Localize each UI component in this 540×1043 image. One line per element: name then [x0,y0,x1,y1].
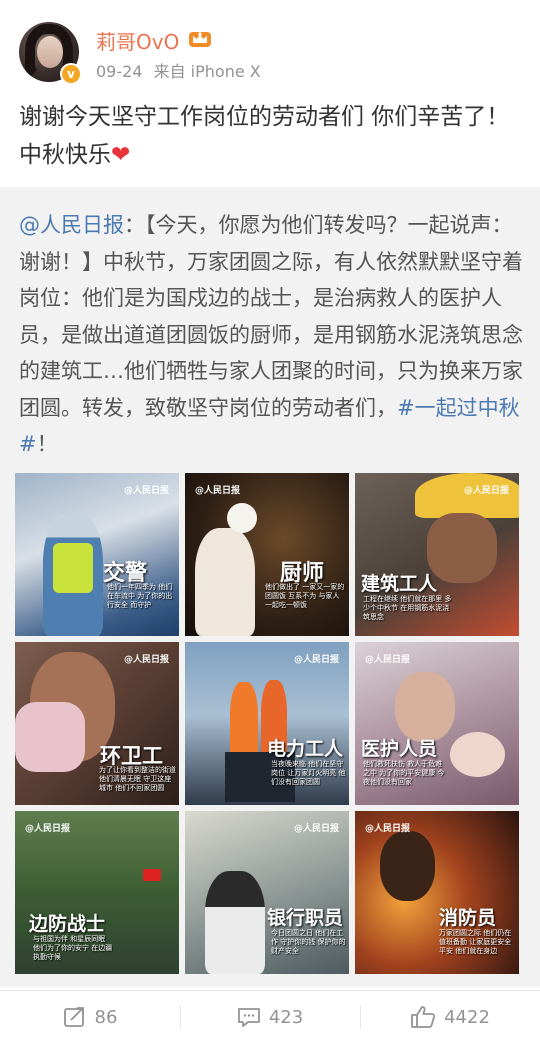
mention-link[interactable]: @人民日报 [19,213,124,237]
figure-baby [450,732,505,777]
people-daily-logo: @人民日报 [123,486,169,496]
post-text: 谢谢今天坚守工作岗位的劳动者们 你们辛苦了！ 中秋快乐❤ [19,98,524,174]
post-header: v 莉哥OvO 09-24 来自 iPhone X [0,0,540,90]
verified-badge-icon: v [60,63,82,85]
comment-icon [237,1008,260,1027]
heart-emoji-icon: ❤ [111,142,131,168]
image-electrical-worker[interactable]: @人民日报 电力工人 当夜晚来临 他们在坚守岗位 让万家灯火明亮 他们没有回家团… [185,642,349,805]
figure-face [395,672,455,742]
people-daily-logo: @人民日报 [293,655,339,665]
action-bar: 86 423 4422 [0,990,540,1042]
post-source: 来自 iPhone X [153,62,261,81]
figure-flag [143,869,161,881]
people-daily-logo: @人民日报 [25,824,71,834]
image-subtext: 与祖国为伴 和星辰同眠 他们为了你的安宁 在边疆执勤守候 [33,935,113,961]
image-caption: 电力工人 [267,738,344,760]
image-chef[interactable]: @人民日报 厨师 他们做出了 一家又一家的团圆饭 互系不为 与家人一起吃一顿饭 [185,473,349,636]
figure-face [427,513,497,583]
repost-button[interactable]: 86 [0,991,180,1043]
image-firefighter[interactable]: @人民日报 消防员 万家团圆之际 他们仍在值班备勤 让家庭更安全平安 他们就在身… [355,811,519,974]
image-subtext: 他们救死扶伤 救人于危难之中 为了你的平安健康 今夜他们没有回家 [363,760,445,786]
image-subtext: 为了让你看到整洁的街道 他们清晨无眠 守卫这座城市 他们不回家团圆 [99,766,176,792]
figure-shape [195,528,255,636]
vip-crown-icon [189,32,211,47]
figure-shape [205,871,265,974]
comment-button[interactable]: 423 [180,991,360,1043]
repost-icon [63,1007,84,1027]
image-bank-clerk[interactable]: @人民日报 银行职员 今日团圆之日 他们在工作 守护你的钱 保护你的财产安全 [185,811,349,974]
image-caption: 医护人员 [361,738,438,760]
thumbs-up-icon [411,1006,436,1028]
comment-count: 423 [268,1006,304,1028]
image-caption: 边防战士 [29,913,106,935]
like-count: 4422 [444,1006,490,1028]
username[interactable]: 莉哥OvO [96,26,179,55]
image-subtext: 当夜晚来临 他们在坚守岗位 让万家灯火明亮 他们没有回家团圆 [271,760,346,786]
image-traffic-police[interactable]: @人民日报 交警 他们一年四季为 他们在车流中 为了你的出行安全 而守护 [15,473,179,636]
image-grid: @人民日报 交警 他们一年四季为 他们在车流中 为了你的出行安全 而守护 @人民… [15,473,519,975]
repost-text: @人民日报：【今天，你愿为他们转发吗？一起说声：谢谢！】中秋节，万家团圆之际，有… [19,207,524,463]
image-subtext: 工程在继续 他们就在那里 多少个中秋节 在用钢筋水泥浇筑思念 [363,595,452,621]
image-medical-staff[interactable]: @人民日报 医护人员 他们救死扶伤 救人于危难之中 为了你的平安健康 今夜他们没… [355,642,519,805]
post-body: 谢谢今天坚守工作岗位的劳动者们 你们辛苦了！ 中秋快乐 [19,104,510,168]
people-daily-logo: @人民日报 [195,486,241,496]
repost-ending: ！ [36,432,58,456]
image-construction-worker[interactable]: @人民日报 建筑工人 工程在继续 他们就在那里 多少个中秋节 在用钢筋水泥浇筑思… [355,473,519,636]
image-border-soldier[interactable]: @人民日报 边防战士 与祖国为伴 和星辰同眠 他们为了你的安宁 在边疆执勤守候 [15,811,179,974]
people-daily-logo: @人民日报 [293,824,339,834]
image-sanitation-worker[interactable]: @人民日报 环卫工 为了让你看到整洁的街道 他们清晨无眠 守卫这座城市 他们不回… [15,642,179,805]
post-meta: 09-24 来自 iPhone X [96,58,267,82]
people-daily-logo: @人民日报 [463,486,509,496]
image-caption: 消防员 [439,907,497,929]
figure-vest [53,543,93,593]
like-button[interactable]: 4422 [360,991,540,1043]
repost-count: 86 [94,1006,118,1028]
figure-shape [230,682,258,762]
repost-body: ：【今天，你愿为他们转发吗？一起说声：谢谢！】中秋节，万家团圆之际，有人依然默默… [19,213,523,420]
post-date: 09-24 [96,62,143,81]
figure-shape [380,831,435,901]
image-caption: 建筑工人 [361,573,438,595]
image-caption: 银行职员 [267,907,344,929]
people-daily-logo: @人民日报 [365,655,411,665]
people-daily-logo: @人民日报 [365,824,411,834]
image-subtext: 今日团圆之日 他们在工作 守护你的钱 保护你的财产安全 [271,929,346,955]
figure-hat [227,503,257,533]
image-subtext: 他们做出了 一家又一家的团圆饭 互系不为 与家人一起吃一顿饭 [265,583,345,609]
image-subtext: 万家团圆之际 他们仍在值班备勤 让家庭更安全平安 他们就在身边 [439,929,512,955]
people-daily-logo: @人民日报 [123,655,169,665]
figure-towel [15,702,85,772]
image-subtext: 他们一年四季为 他们在车流中 为了你的出行安全 而守护 [107,583,173,609]
reposted-weibo[interactable]: @人民日报：【今天，你愿为他们转发吗？一起说声：谢谢！】中秋节，万家团圆之际，有… [0,187,540,987]
avatar-face [37,36,63,68]
